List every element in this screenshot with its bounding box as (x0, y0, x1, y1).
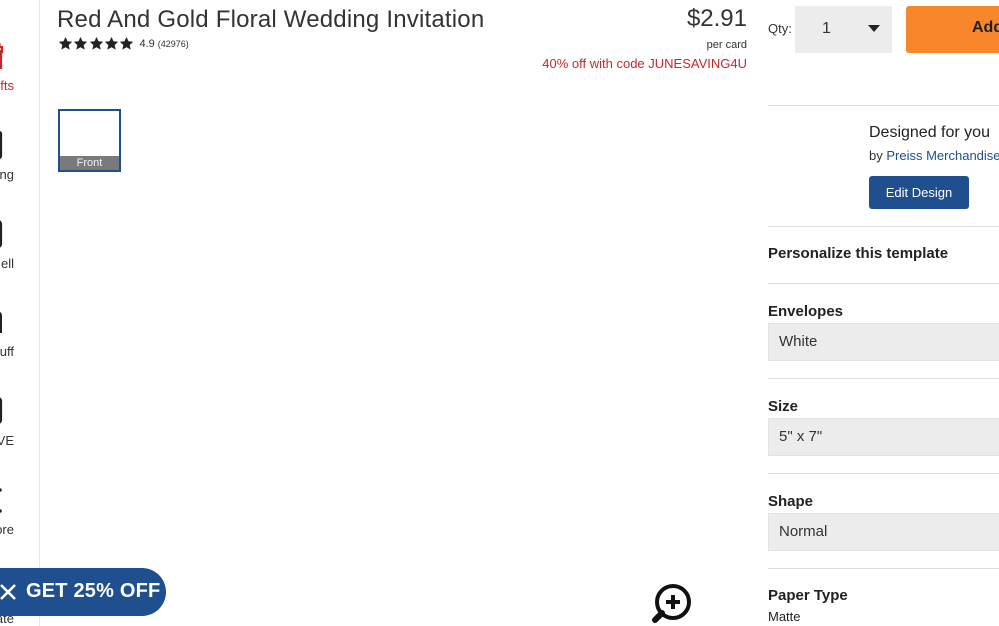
envelopes-select[interactable]: White (768, 323, 999, 361)
rail-item-love[interactable]: VE (0, 395, 40, 455)
rail-item-sell[interactable]: $ ell (0, 218, 40, 278)
heart-card-icon (0, 129, 16, 159)
product-title: Red And Gold Floral Wedding Invitation (57, 6, 485, 33)
size-select[interactable]: 5" x 7" (768, 418, 999, 456)
rail-item-label: lore (0, 522, 14, 537)
qty-label: Qty: (768, 21, 792, 36)
zoom-in-icon[interactable] (651, 582, 695, 626)
edit-design-button[interactable]: Edit Design (869, 176, 969, 209)
discount-banner[interactable]: GET 25% OFF (0, 568, 166, 616)
close-icon[interactable] (0, 580, 22, 604)
rail-item-wedding[interactable]: ding (0, 129, 40, 189)
envelopes-value: White (779, 333, 818, 350)
rail-item-label: VE (0, 433, 14, 448)
price-unit: per card (706, 39, 747, 51)
thumbnail-front[interactable]: Front (58, 109, 121, 172)
rail-item-gifts[interactable]: fts (0, 40, 40, 100)
shape-label: Shape (768, 493, 814, 510)
shape-select[interactable]: Normal (768, 513, 999, 551)
designer-credit: by Preiss Merchandise (869, 148, 999, 163)
left-rail: fts ding $ ell Stuff VE lore eate (0, 0, 40, 626)
divider (768, 283, 999, 284)
rating-count: (42976) (157, 38, 189, 49)
size-label: Size (768, 398, 799, 415)
paper-type-label: Paper Type (768, 587, 848, 604)
star-icon (120, 36, 134, 50)
discount-banner-text: GET 25% OFF (26, 580, 161, 602)
rail-item-label: fts (0, 78, 14, 93)
star-icon (58, 36, 73, 50)
designer-by: by (869, 148, 883, 163)
star-icon (74, 36, 88, 50)
star-icon (104, 36, 119, 50)
product-price: $2.91 (686, 5, 747, 32)
qty-value: 1 (822, 20, 831, 37)
explore-icon (0, 484, 16, 514)
caret-down-icon (868, 25, 880, 32)
thumbnail-image (60, 111, 119, 156)
designer-link[interactable]: Preiss Merchandise (886, 148, 999, 163)
edit-design-label: Edit Design (885, 185, 953, 200)
rail-item-label: ding (0, 167, 14, 182)
face-icon (0, 395, 16, 425)
dollar-icon: $ (0, 218, 16, 248)
rating-value: 4.9 (139, 37, 155, 50)
rail-item-label: ell (0, 256, 14, 271)
designed-for-you-title: Designed for you (869, 124, 990, 141)
size-value: 5" x 7" (779, 428, 823, 445)
gift-icon (0, 40, 16, 70)
product-rating[interactable]: 4.9 (42976) (58, 36, 189, 51)
promo-code-text: 40% off with code JUNESAVING4U (542, 56, 747, 71)
shape-value: Normal (779, 523, 828, 540)
divider (768, 473, 999, 474)
add-to-cart-label: Add (972, 19, 999, 36)
divider (768, 378, 999, 379)
rail-item-label: Stuff (0, 344, 14, 359)
divider (768, 568, 999, 569)
star-icon (89, 36, 103, 50)
divider (768, 226, 999, 227)
divider (768, 105, 999, 106)
personalize-title[interactable]: Personalize this template (768, 245, 948, 262)
qty-select[interactable]: 1 (795, 6, 892, 53)
add-to-cart-button[interactable]: Add (906, 6, 999, 53)
thumbnail-label: Front (60, 156, 119, 170)
paper-type-value[interactable]: Matte (768, 609, 801, 624)
rating-stars (58, 36, 134, 51)
hands-icon (0, 306, 16, 336)
rail-item-explore[interactable]: lore (0, 484, 40, 544)
envelopes-label: Envelopes (768, 303, 844, 320)
rail-item-stuff[interactable]: Stuff (0, 306, 40, 366)
